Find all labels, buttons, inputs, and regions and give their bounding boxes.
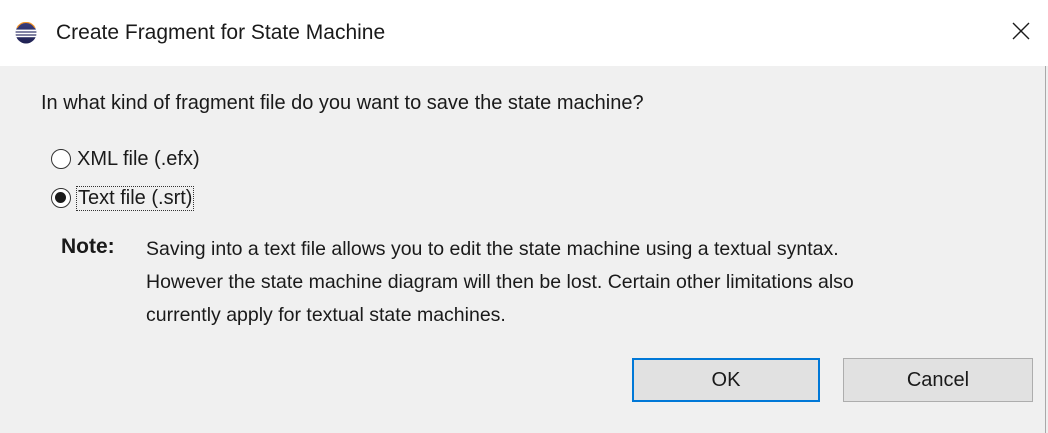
window-title: Create Fragment for State Machine: [56, 21, 386, 44]
question-text: In what kind of fragment file do you wan…: [41, 92, 644, 114]
radio-label-text: Text file (.srt): [75, 185, 195, 211]
eclipse-icon: [15, 21, 37, 44]
window-border: [1045, 66, 1046, 433]
radio-xml-file[interactable]: XML file (.efx): [51, 145, 200, 173]
note-line: Saving into a text file allows you to ed…: [146, 238, 839, 260]
radio-text-file[interactable]: Text file (.srt): [51, 184, 195, 212]
note-line: However the state machine diagram will t…: [146, 271, 854, 293]
title-bar: Create Fragment for State Machine: [0, 0, 1048, 66]
note-text: Saving into a text file allows you to ed…: [146, 233, 1036, 332]
ok-button[interactable]: OK: [632, 358, 820, 402]
close-icon: [1011, 21, 1031, 46]
radio-label-xml: XML file (.efx): [77, 147, 200, 170]
cancel-button[interactable]: Cancel: [843, 358, 1033, 402]
radio-button-checked[interactable]: [51, 188, 71, 208]
radio-button-unchecked[interactable]: [51, 149, 71, 169]
note-line: currently apply for textual state machin…: [146, 304, 506, 326]
note-label: Note:: [61, 235, 115, 258]
close-button[interactable]: [994, 0, 1048, 66]
dialog-body: In what kind of fragment file do you wan…: [0, 66, 1048, 433]
